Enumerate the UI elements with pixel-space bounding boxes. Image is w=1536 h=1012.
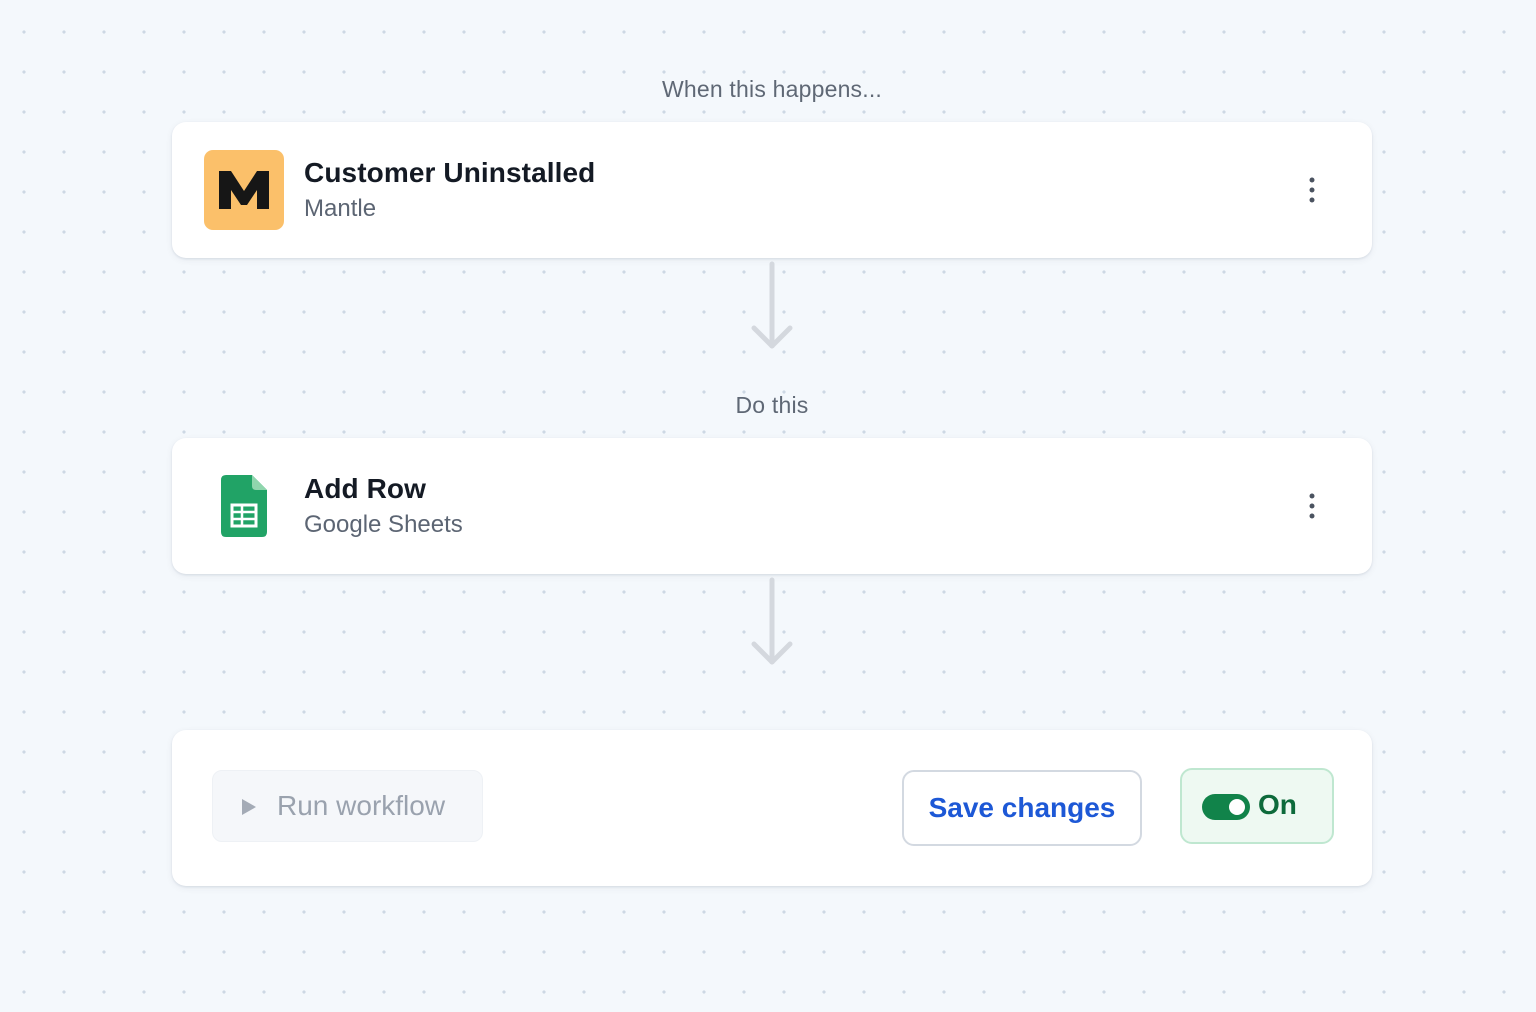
trigger-step-card[interactable]: Customer Uninstalled Mantle (172, 122, 1372, 258)
google-sheets-icon (204, 466, 284, 546)
action-app-name: Google Sheets (304, 511, 463, 538)
down-arrow-icon (751, 261, 793, 349)
save-changes-button[interactable]: Save changes (902, 770, 1142, 846)
action-section-label: Do this (735, 392, 809, 418)
run-workflow-label: Run workflow (277, 790, 446, 821)
action-step-card[interactable]: Add Row Google Sheets (172, 438, 1372, 574)
toggle-state-label: On (1258, 789, 1297, 820)
mantle-logo-icon (204, 150, 284, 230)
trigger-more-options-button[interactable] (1294, 172, 1330, 208)
trigger-title: Customer Uninstalled (304, 157, 596, 188)
play-icon (242, 799, 256, 815)
action-title: Add Row (304, 473, 427, 504)
run-workflow-button[interactable]: Run workflow (212, 770, 483, 842)
toggle-switch[interactable] (1202, 794, 1250, 820)
workflow-controls-card: Run workflow Save changes On (172, 730, 1372, 886)
workflow-active-toggle[interactable]: On (1180, 768, 1334, 844)
save-changes-label: Save changes (928, 792, 1116, 823)
more-vertical-icon (1309, 177, 1315, 203)
toggle-knob (1229, 799, 1245, 815)
trigger-section-label: When this happens... (661, 76, 883, 102)
action-more-options-button[interactable] (1294, 488, 1330, 524)
more-vertical-icon (1309, 493, 1315, 519)
down-arrow-icon (751, 577, 793, 665)
trigger-app-name: Mantle (304, 195, 377, 222)
